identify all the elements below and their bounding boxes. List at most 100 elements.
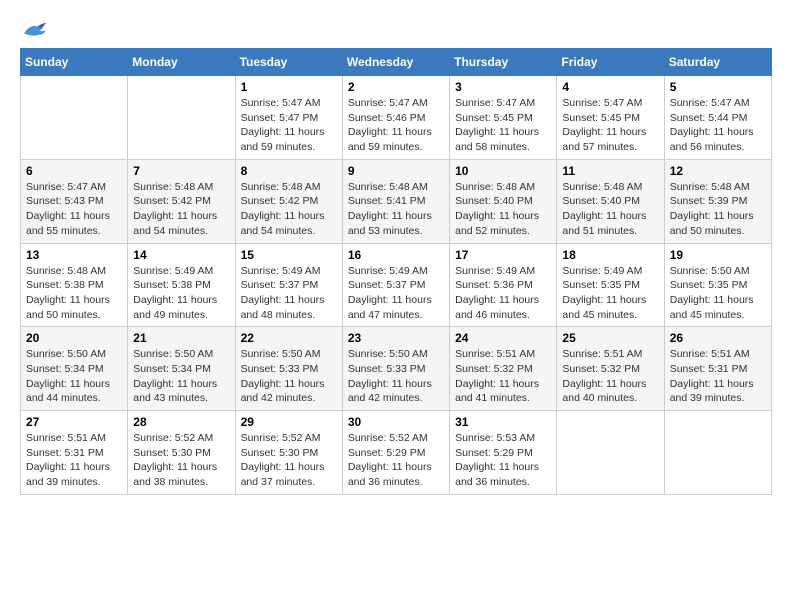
day-number: 30 xyxy=(348,415,444,429)
cell-content: Sunrise: 5:51 AM Sunset: 5:32 PM Dayligh… xyxy=(562,347,658,406)
calendar-cell: 22 Sunrise: 5:50 AM Sunset: 5:33 PM Dayli… xyxy=(235,327,342,411)
calendar-cell: 1 Sunrise: 5:47 AM Sunset: 5:47 PM Daylig… xyxy=(235,76,342,160)
calendar-cell xyxy=(128,76,235,160)
day-number: 21 xyxy=(133,331,229,345)
calendar-cell: 12 Sunrise: 5:48 AM Sunset: 5:39 PM Dayli… xyxy=(664,159,771,243)
cell-content: Sunrise: 5:49 AM Sunset: 5:38 PM Dayligh… xyxy=(133,264,229,323)
weekday-header: Sunday xyxy=(21,49,128,76)
calendar-cell xyxy=(557,411,664,495)
calendar-cell: 10 Sunrise: 5:48 AM Sunset: 5:40 PM Dayli… xyxy=(450,159,557,243)
calendar-cell: 24 Sunrise: 5:51 AM Sunset: 5:32 PM Dayli… xyxy=(450,327,557,411)
calendar-cell: 23 Sunrise: 5:50 AM Sunset: 5:33 PM Dayli… xyxy=(342,327,449,411)
day-number: 22 xyxy=(241,331,337,345)
day-number: 14 xyxy=(133,248,229,262)
day-number: 11 xyxy=(562,164,658,178)
calendar-table: SundayMondayTuesdayWednesdayThursdayFrid… xyxy=(20,48,772,495)
cell-content: Sunrise: 5:49 AM Sunset: 5:37 PM Dayligh… xyxy=(241,264,337,323)
day-number: 8 xyxy=(241,164,337,178)
calendar-cell xyxy=(21,76,128,160)
calendar-week-row: 13 Sunrise: 5:48 AM Sunset: 5:38 PM Dayli… xyxy=(21,243,772,327)
calendar-cell: 8 Sunrise: 5:48 AM Sunset: 5:42 PM Daylig… xyxy=(235,159,342,243)
cell-content: Sunrise: 5:50 AM Sunset: 5:33 PM Dayligh… xyxy=(241,347,337,406)
cell-content: Sunrise: 5:47 AM Sunset: 5:43 PM Dayligh… xyxy=(26,180,122,239)
calendar-week-row: 6 Sunrise: 5:47 AM Sunset: 5:43 PM Daylig… xyxy=(21,159,772,243)
calendar-cell: 25 Sunrise: 5:51 AM Sunset: 5:32 PM Dayli… xyxy=(557,327,664,411)
weekday-header-row: SundayMondayTuesdayWednesdayThursdayFrid… xyxy=(21,49,772,76)
cell-content: Sunrise: 5:51 AM Sunset: 5:31 PM Dayligh… xyxy=(26,431,122,490)
cell-content: Sunrise: 5:50 AM Sunset: 5:33 PM Dayligh… xyxy=(348,347,444,406)
weekday-header: Wednesday xyxy=(342,49,449,76)
calendar-cell: 3 Sunrise: 5:47 AM Sunset: 5:45 PM Daylig… xyxy=(450,76,557,160)
cell-content: Sunrise: 5:52 AM Sunset: 5:30 PM Dayligh… xyxy=(133,431,229,490)
calendar-week-row: 20 Sunrise: 5:50 AM Sunset: 5:34 PM Dayli… xyxy=(21,327,772,411)
calendar-cell: 28Sunrise: 5:52 AM Sunset: 5:30 PM Dayli… xyxy=(128,411,235,495)
calendar-cell: 16Sunrise: 5:49 AM Sunset: 5:37 PM Dayli… xyxy=(342,243,449,327)
calendar-cell: 7Sunrise: 5:48 AM Sunset: 5:42 PM Daylig… xyxy=(128,159,235,243)
weekday-header: Monday xyxy=(128,49,235,76)
calendar-cell: 2 Sunrise: 5:47 AM Sunset: 5:46 PM Daylig… xyxy=(342,76,449,160)
day-number: 26 xyxy=(670,331,766,345)
calendar-cell: 27 Sunrise: 5:51 AM Sunset: 5:31 PM Dayli… xyxy=(21,411,128,495)
cell-content: Sunrise: 5:51 AM Sunset: 5:32 PM Dayligh… xyxy=(455,347,551,406)
cell-content: Sunrise: 5:48 AM Sunset: 5:39 PM Dayligh… xyxy=(670,180,766,239)
cell-content: Sunrise: 5:49 AM Sunset: 5:35 PM Dayligh… xyxy=(562,264,658,323)
day-number: 7 xyxy=(133,164,229,178)
day-number: 24 xyxy=(455,331,551,345)
cell-content: Sunrise: 5:50 AM Sunset: 5:34 PM Dayligh… xyxy=(26,347,122,406)
cell-content: Sunrise: 5:50 AM Sunset: 5:34 PM Dayligh… xyxy=(133,347,229,406)
calendar-week-row: 1 Sunrise: 5:47 AM Sunset: 5:47 PM Daylig… xyxy=(21,76,772,160)
cell-content: Sunrise: 5:49 AM Sunset: 5:36 PM Dayligh… xyxy=(455,264,551,323)
day-number: 18 xyxy=(562,248,658,262)
calendar-cell: 18 Sunrise: 5:49 AM Sunset: 5:35 PM Dayli… xyxy=(557,243,664,327)
cell-content: Sunrise: 5:47 AM Sunset: 5:45 PM Dayligh… xyxy=(455,96,551,155)
day-number: 29 xyxy=(241,415,337,429)
day-number: 6 xyxy=(26,164,122,178)
day-number: 17 xyxy=(455,248,551,262)
weekday-header: Friday xyxy=(557,49,664,76)
calendar-cell: 19Sunrise: 5:50 AM Sunset: 5:35 PM Dayli… xyxy=(664,243,771,327)
day-number: 20 xyxy=(26,331,122,345)
calendar-cell: 21 Sunrise: 5:50 AM Sunset: 5:34 PM Dayli… xyxy=(128,327,235,411)
day-number: 27 xyxy=(26,415,122,429)
cell-content: Sunrise: 5:50 AM Sunset: 5:35 PM Dayligh… xyxy=(670,264,766,323)
cell-content: Sunrise: 5:47 AM Sunset: 5:45 PM Dayligh… xyxy=(562,96,658,155)
cell-content: Sunrise: 5:48 AM Sunset: 5:38 PM Dayligh… xyxy=(26,264,122,323)
cell-content: Sunrise: 5:48 AM Sunset: 5:42 PM Dayligh… xyxy=(241,180,337,239)
day-number: 16 xyxy=(348,248,444,262)
day-number: 4 xyxy=(562,80,658,94)
cell-content: Sunrise: 5:47 AM Sunset: 5:47 PM Dayligh… xyxy=(241,96,337,155)
day-number: 25 xyxy=(562,331,658,345)
calendar-cell: 14 Sunrise: 5:49 AM Sunset: 5:38 PM Dayli… xyxy=(128,243,235,327)
calendar-cell: 4 Sunrise: 5:47 AM Sunset: 5:45 PM Daylig… xyxy=(557,76,664,160)
cell-content: Sunrise: 5:48 AM Sunset: 5:40 PM Dayligh… xyxy=(562,180,658,239)
calendar-cell: 31Sunrise: 5:53 AM Sunset: 5:29 PM Dayli… xyxy=(450,411,557,495)
calendar-cell: 17 Sunrise: 5:49 AM Sunset: 5:36 PM Dayli… xyxy=(450,243,557,327)
day-number: 1 xyxy=(241,80,337,94)
calendar-cell: 26Sunrise: 5:51 AM Sunset: 5:31 PM Dayli… xyxy=(664,327,771,411)
calendar-cell: 6 Sunrise: 5:47 AM Sunset: 5:43 PM Daylig… xyxy=(21,159,128,243)
day-number: 12 xyxy=(670,164,766,178)
cell-content: Sunrise: 5:52 AM Sunset: 5:29 PM Dayligh… xyxy=(348,431,444,490)
calendar-cell: 9 Sunrise: 5:48 AM Sunset: 5:41 PM Daylig… xyxy=(342,159,449,243)
cell-content: Sunrise: 5:48 AM Sunset: 5:40 PM Dayligh… xyxy=(455,180,551,239)
day-number: 10 xyxy=(455,164,551,178)
weekday-header: Thursday xyxy=(450,49,557,76)
cell-content: Sunrise: 5:47 AM Sunset: 5:46 PM Dayligh… xyxy=(348,96,444,155)
calendar-cell: 29 Sunrise: 5:52 AM Sunset: 5:30 PM Dayli… xyxy=(235,411,342,495)
logo xyxy=(20,20,52,40)
day-number: 23 xyxy=(348,331,444,345)
cell-content: Sunrise: 5:52 AM Sunset: 5:30 PM Dayligh… xyxy=(241,431,337,490)
cell-content: Sunrise: 5:47 AM Sunset: 5:44 PM Dayligh… xyxy=(670,96,766,155)
day-number: 15 xyxy=(241,248,337,262)
weekday-header: Tuesday xyxy=(235,49,342,76)
calendar-cell: 15 Sunrise: 5:49 AM Sunset: 5:37 PM Dayli… xyxy=(235,243,342,327)
day-number: 9 xyxy=(348,164,444,178)
logo-icon xyxy=(20,20,48,40)
cell-content: Sunrise: 5:48 AM Sunset: 5:41 PM Dayligh… xyxy=(348,180,444,239)
day-number: 31 xyxy=(455,415,551,429)
day-number: 3 xyxy=(455,80,551,94)
calendar-cell: 13 Sunrise: 5:48 AM Sunset: 5:38 PM Dayli… xyxy=(21,243,128,327)
day-number: 2 xyxy=(348,80,444,94)
calendar-cell: 11 Sunrise: 5:48 AM Sunset: 5:40 PM Dayli… xyxy=(557,159,664,243)
day-number: 13 xyxy=(26,248,122,262)
